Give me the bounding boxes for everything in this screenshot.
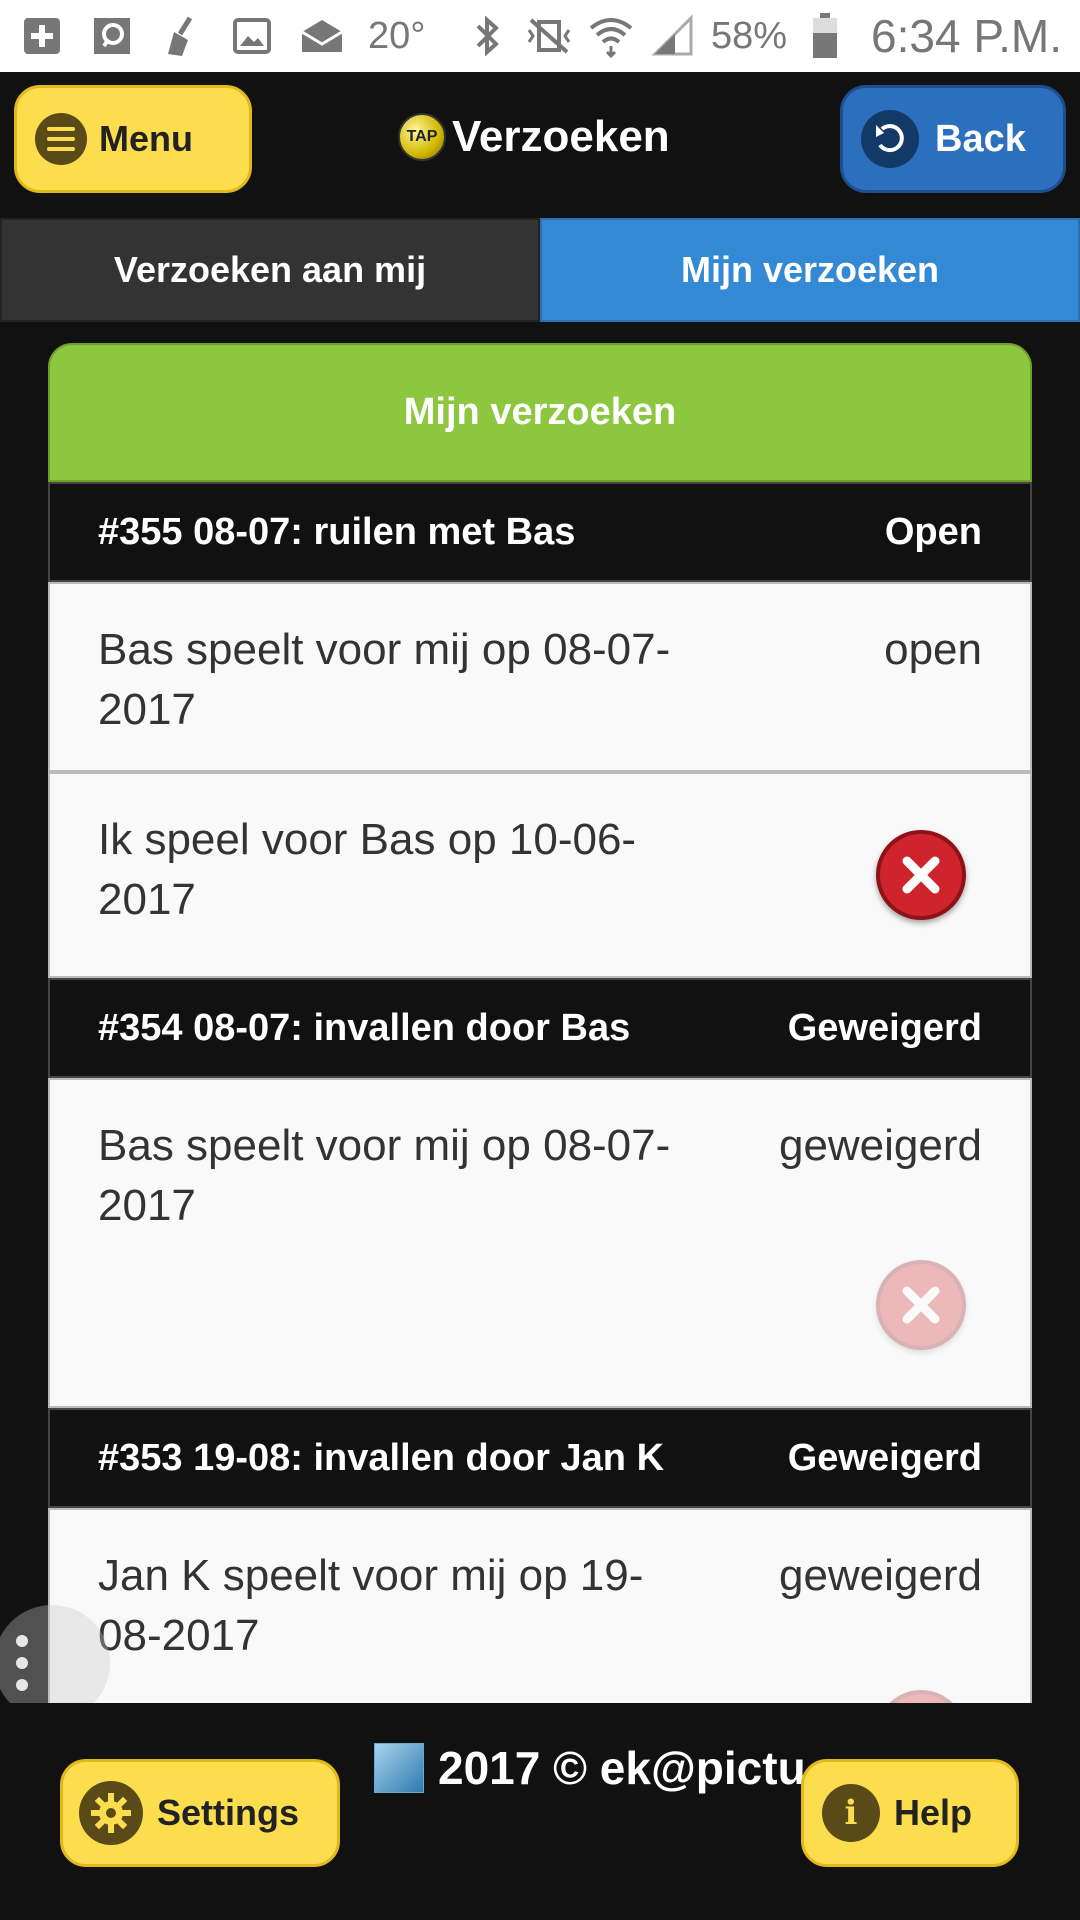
request-group-header: #355 08-07: ruilen met Bas Open	[48, 482, 1032, 582]
request-group-title: #354 08-07: invallen door Bas	[98, 1006, 631, 1049]
request-row-status: geweigerd	[778, 1121, 982, 1170]
settings-button-label: Settings	[157, 1792, 300, 1833]
dot-icon	[16, 1679, 28, 1691]
tab-mijn-verzoeken[interactable]: Mijn verzoeken	[540, 218, 1080, 322]
request-group-header: #354 08-07: invallen door Bas Geweigerd	[48, 978, 1032, 1078]
request-group-status: Open	[884, 510, 982, 553]
dot-icon	[16, 1635, 28, 1647]
image-icon	[228, 12, 276, 60]
request-group-status: Geweigerd	[787, 1006, 982, 1049]
request-row-text: Ik speel voor Bas op 10-06-2017	[98, 815, 637, 924]
request-row-status: geweigerd	[778, 1551, 982, 1600]
add-icon	[18, 12, 66, 60]
back-button[interactable]: Back	[840, 85, 1066, 193]
request-row: Jan K speelt voor mij op 19-08-2017 gewe…	[48, 1508, 1032, 1703]
app-header: Menu TAP Verzoeken Back	[0, 72, 1080, 218]
wifi-icon	[587, 12, 635, 60]
tap-logo-icon: TAP	[398, 113, 446, 161]
tab-bar: Verzoeken aan mij Mijn verzoeken	[0, 218, 1080, 322]
status-bar: 20° 58% 6:34 P.M.	[0, 0, 1080, 72]
back-button-label: Back	[935, 117, 1026, 160]
vibrate-off-icon	[525, 12, 573, 60]
gear-icon	[79, 1781, 143, 1845]
menu-button[interactable]: Menu	[14, 85, 252, 193]
request-group-title: #353 19-08: invallen door Jan K	[98, 1436, 665, 1479]
help-button[interactable]: i Help	[801, 1759, 1019, 1867]
signal-icon	[649, 12, 697, 60]
requests-list[interactable]: Mijn verzoeken #355 08-07: ruilen met Ba…	[48, 343, 1032, 1703]
close-icon	[902, 856, 940, 894]
request-group-header: #353 19-08: invallen door Jan K Geweiger…	[48, 1408, 1032, 1508]
tab-verzoeken-aan-mij[interactable]: Verzoeken aan mij	[0, 218, 540, 322]
dot-icon	[16, 1657, 28, 1669]
request-row: Bas speelt voor mij op 08-07-2017 open	[48, 582, 1032, 772]
request-row-text: Jan K speelt voor mij op 19-08-2017	[98, 1551, 644, 1660]
app-footer: 2017 © ek@pictu Settings i Help	[0, 1703, 1080, 1920]
request-row: Bas speelt voor mij op 08-07-2017 geweig…	[48, 1078, 1032, 1408]
battery-icon	[801, 12, 849, 60]
request-row-text: Bas speelt voor mij op 08-07-2017	[98, 1121, 671, 1230]
broom-icon	[158, 12, 206, 60]
picture-logo-icon	[374, 1743, 424, 1793]
card-title: Mijn verzoeken	[48, 343, 1032, 482]
request-row: Ik speel voor Bas op 10-06-2017	[48, 772, 1032, 978]
cancel-request-button-disabled	[876, 1260, 966, 1350]
info-icon: i	[822, 1784, 880, 1842]
request-group-status: Geweigerd	[787, 1436, 982, 1479]
bluetooth-icon	[463, 12, 511, 60]
mail-icon	[298, 12, 346, 60]
menu-button-label: Menu	[99, 118, 193, 159]
request-row-text: Bas speelt voor mij op 08-07-2017	[98, 625, 671, 734]
close-icon	[902, 1286, 940, 1324]
settings-button[interactable]: Settings	[60, 1759, 340, 1867]
back-arrow-icon	[861, 110, 919, 168]
hamburger-icon	[35, 113, 87, 165]
request-group-title: #355 08-07: ruilen met Bas	[98, 510, 576, 553]
copyright-text: 2017 © ek@pictu	[438, 1742, 806, 1794]
cancel-request-button[interactable]	[876, 830, 966, 920]
battery-percent: 58%	[710, 14, 788, 57]
page-title: Verzoeken	[452, 112, 670, 161]
clock-time: 6:34 P.M.	[871, 10, 1062, 62]
page-title-wrap: TAP Verzoeken	[398, 112, 670, 162]
help-button-label: Help	[894, 1792, 973, 1833]
message-icon	[88, 12, 136, 60]
footer-copyright: 2017 © ek@pictu	[374, 1741, 806, 1795]
temperature-text: 20°	[368, 14, 426, 57]
cancel-request-button-disabled	[876, 1690, 966, 1703]
request-row-status: open	[884, 625, 982, 674]
